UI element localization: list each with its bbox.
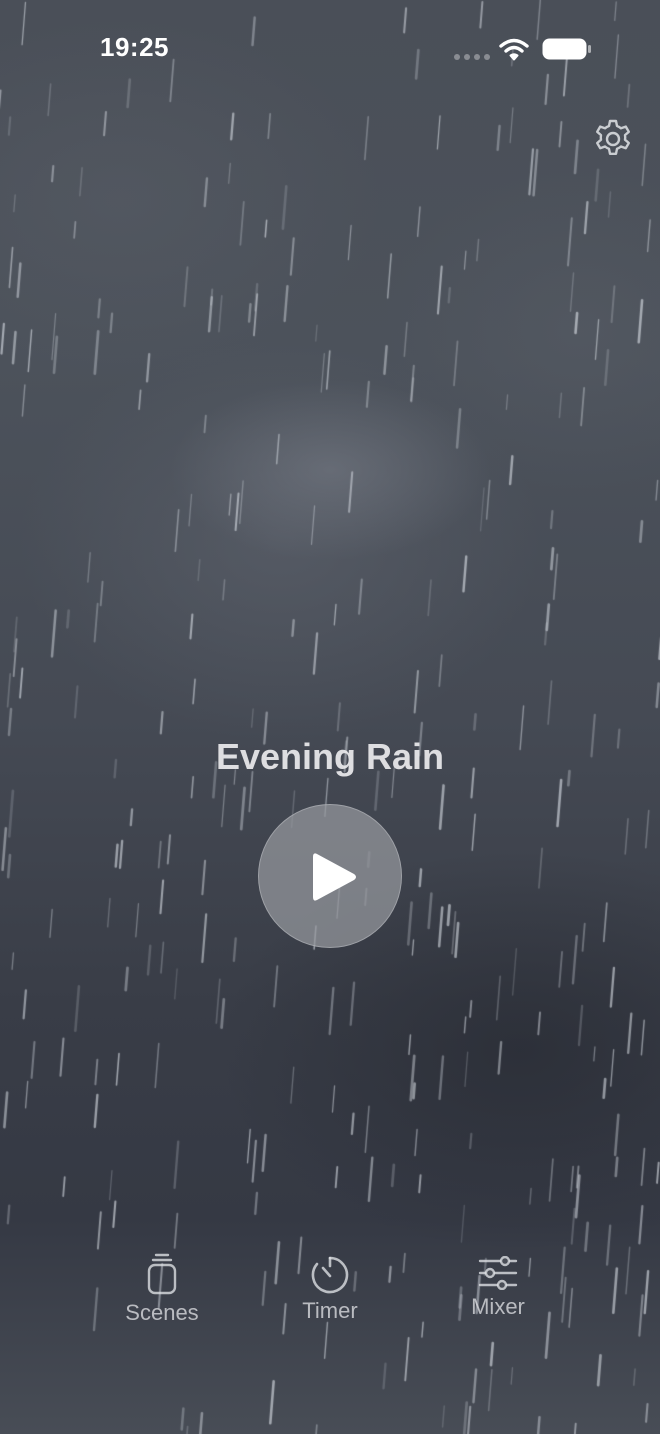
stack-icon bbox=[147, 1253, 177, 1295]
rain-animation-background bbox=[0, 0, 660, 1434]
battery-icon bbox=[542, 38, 591, 60]
tab-mixer-label: Mixer bbox=[471, 1294, 525, 1319]
timer-icon bbox=[311, 1256, 349, 1294]
gear-icon[interactable] bbox=[592, 118, 634, 160]
tab-timer-label: Timer bbox=[302, 1298, 358, 1323]
tab-mixer[interactable]: Mixer bbox=[433, 1256, 563, 1320]
sliders-icon bbox=[478, 1256, 518, 1290]
status-bar: 19:25 bbox=[0, 0, 660, 96]
cellular-signal-icon bbox=[454, 54, 490, 60]
play-button[interactable] bbox=[258, 804, 402, 948]
tab-bar: Scenes Timer Mixer bbox=[0, 1240, 660, 1350]
app-screen: 19:25 Evening Rain Scenes Timer Mixer bbox=[0, 0, 660, 1434]
tab-scenes-label: Scenes bbox=[125, 1300, 199, 1325]
wifi-icon bbox=[499, 38, 529, 61]
play-icon bbox=[313, 853, 356, 901]
tab-scenes[interactable]: Scenes bbox=[97, 1252, 227, 1326]
tab-timer[interactable]: Timer bbox=[265, 1254, 395, 1324]
scene-title: Evening Rain bbox=[215, 736, 445, 777]
status-time: 19:25 bbox=[100, 32, 169, 62]
